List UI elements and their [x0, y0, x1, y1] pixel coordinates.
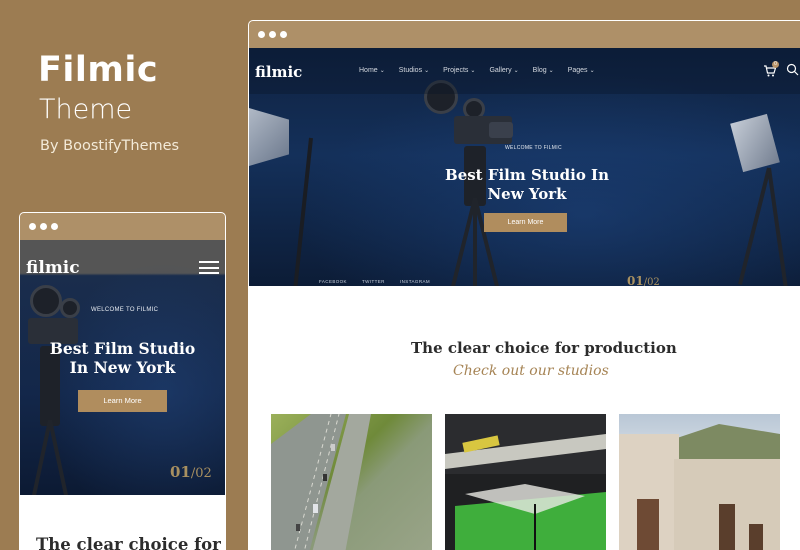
hero-heading: Best Film Studio In New York	[40, 339, 205, 378]
slide-total: /02	[190, 466, 212, 481]
chevron-down-icon: ⌄	[379, 68, 385, 74]
slide-total: /02	[643, 277, 660, 286]
promo-byline: By BoostifyThemes	[40, 138, 180, 154]
hero-heading-line: Best Film Studio	[49, 339, 196, 358]
learn-more-button[interactable]: Learn More	[78, 390, 167, 412]
chevron-down-icon: ⌄	[424, 68, 430, 74]
window-dot-icon	[51, 223, 58, 230]
nav-label: Home	[359, 67, 378, 74]
nav-label: Blog	[532, 67, 547, 74]
studio-buildings-image	[619, 424, 780, 550]
social-link-twitter[interactable]: TWITTER	[362, 279, 385, 284]
studio-card[interactable]	[445, 414, 606, 550]
mobile-preview-window: filmic WELCOME TO FILMIC Best Film Studi…	[19, 212, 226, 550]
slide-current: 01	[170, 463, 191, 481]
site-logo[interactable]: filmic	[255, 63, 302, 81]
slide-counter: 01/02	[170, 463, 212, 481]
hero-eyebrow: WELCOME TO FILMIC	[91, 307, 159, 313]
nav-label: Pages	[567, 67, 588, 74]
section-subtitle: Check out our studios	[453, 363, 609, 379]
nav-item-pages[interactable]: Pages ⌄	[568, 67, 595, 74]
slide-current: 01	[627, 274, 644, 286]
main-nav: Home ⌄ Studios ⌄ Projects ⌄ Gallery ⌄ Blog ⌄ …	[359, 67, 595, 74]
hero-heading-line: Best Film Studio In	[445, 166, 609, 184]
cart-count-badge: 0	[772, 61, 779, 68]
nav-label: Studios	[398, 67, 423, 74]
mobile-hero-section: filmic WELCOME TO FILMIC Best Film Studi…	[20, 240, 225, 495]
nav-item-studios[interactable]: Studios ⌄	[399, 67, 429, 74]
social-link-facebook[interactable]: FACEBOOK	[319, 279, 347, 284]
section-title: The clear choice for	[36, 535, 221, 550]
window-dot-icon	[269, 31, 276, 38]
site-logo[interactable]: filmic	[26, 258, 80, 278]
green-screen-stage-image	[445, 414, 606, 550]
social-link-instagram[interactable]: INSTAGRAM	[400, 279, 430, 284]
studio-card[interactable]	[271, 414, 432, 550]
search-icon[interactable]	[786, 63, 799, 76]
studio-card[interactable]	[619, 414, 780, 550]
chevron-down-icon: ⌄	[589, 68, 595, 74]
chevron-down-icon: ⌄	[470, 68, 476, 74]
hero-heading: Best Film Studio In New York	[434, 166, 620, 204]
hero-eyebrow: WELCOME TO FILMIC	[505, 145, 562, 151]
site-header: filmic Home ⌄ Studios ⌄ Projects ⌄ Gallery ⌄…	[249, 48, 800, 94]
nav-item-projects[interactable]: Projects ⌄	[443, 67, 475, 74]
window-titlebar	[20, 213, 225, 240]
window-titlebar	[249, 21, 800, 48]
nav-label: Gallery	[489, 67, 512, 74]
hero-heading-line: New York	[487, 184, 567, 203]
desktop-preview-window: filmic Home ⌄ Studios ⌄ Projects ⌄ Gallery ⌄…	[248, 20, 800, 550]
hero-heading-line: In New York	[69, 358, 176, 378]
nav-item-blog[interactable]: Blog ⌄	[533, 67, 554, 74]
learn-more-button[interactable]: Learn More	[484, 213, 567, 232]
promo-subtitle: Theme	[39, 94, 133, 125]
nav-item-home[interactable]: Home ⌄	[359, 67, 385, 74]
highway-aerial-image	[271, 414, 371, 550]
chevron-down-icon: ⌄	[513, 68, 519, 74]
nav-item-gallery[interactable]: Gallery ⌄	[489, 67, 518, 74]
chevron-down-icon: ⌄	[548, 68, 554, 74]
slide-counter: 01/02	[627, 274, 660, 286]
window-dot-icon	[258, 31, 265, 38]
nav-label: Projects	[443, 67, 469, 74]
hero-section: filmic Home ⌄ Studios ⌄ Projects ⌄ Gallery ⌄…	[249, 48, 800, 286]
window-dot-icon	[40, 223, 47, 230]
section-title: The clear choice for production	[411, 339, 677, 357]
window-dot-icon	[29, 223, 36, 230]
promo-title: Filmic	[38, 50, 159, 90]
window-dot-icon	[280, 31, 287, 38]
hamburger-menu-icon[interactable]	[199, 261, 219, 274]
